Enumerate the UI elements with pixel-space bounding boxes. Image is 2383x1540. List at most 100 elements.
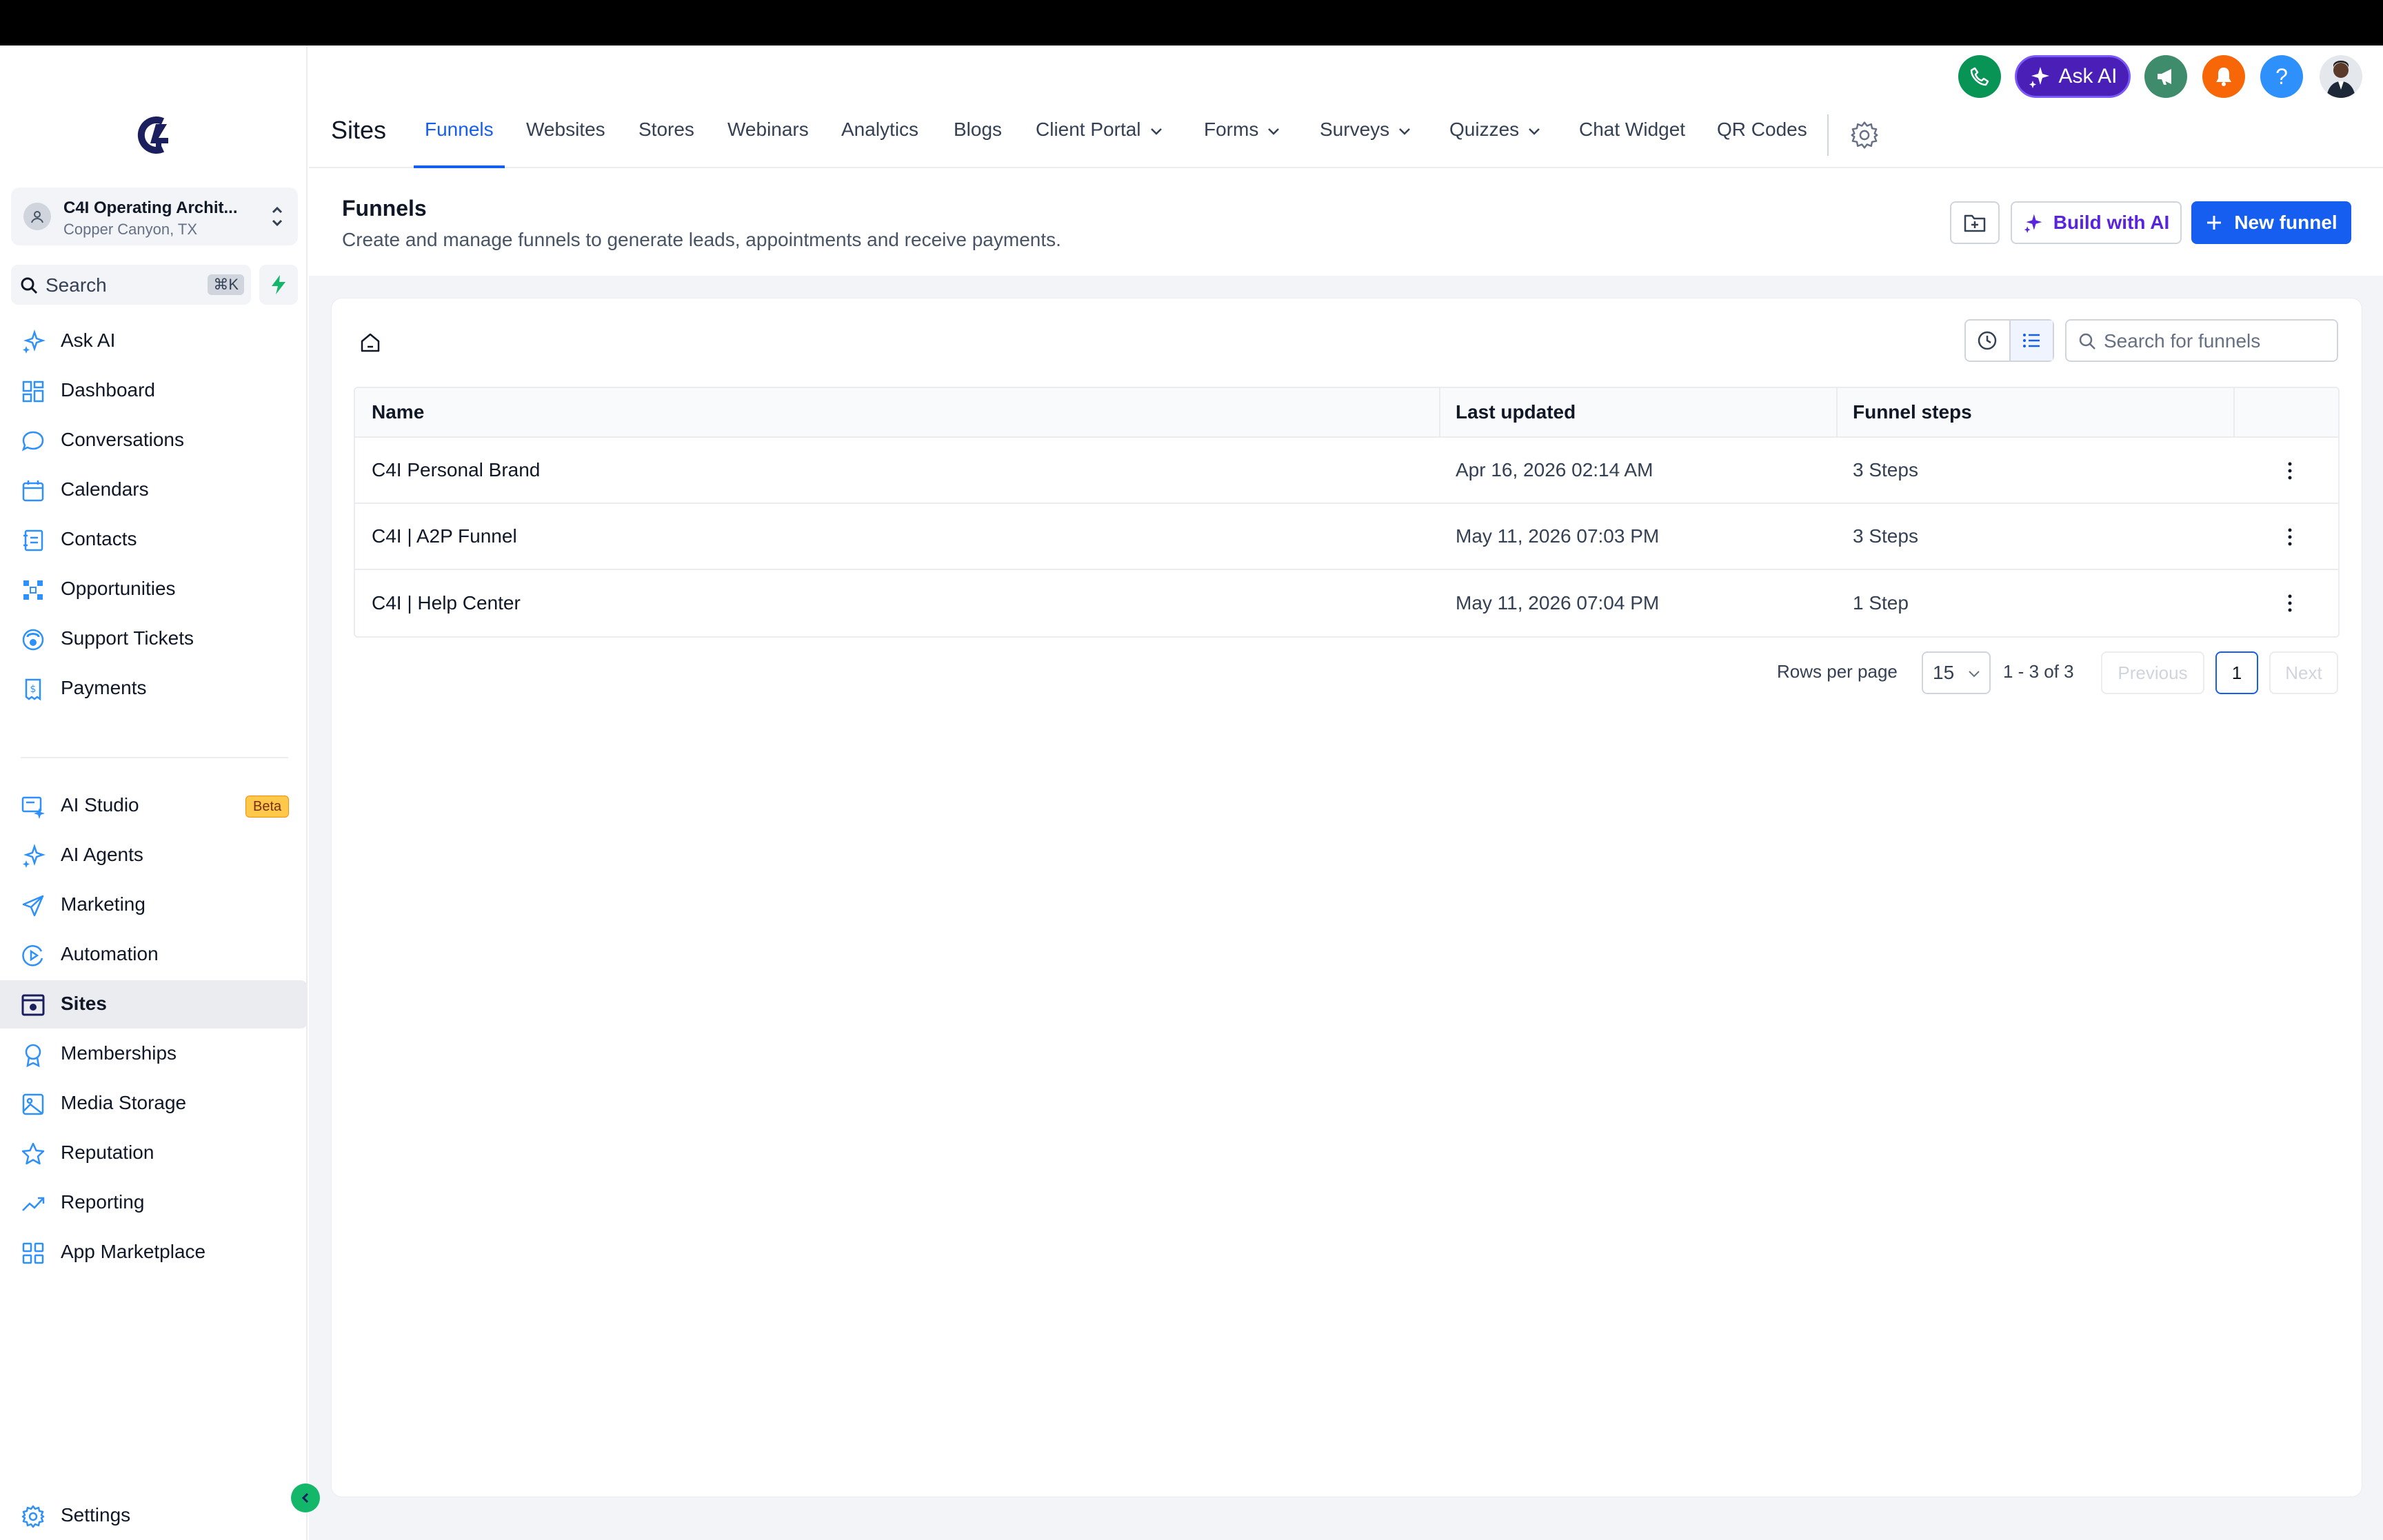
funnel-steps: 3 Steps bbox=[1853, 525, 1918, 547]
sidebar-item-settings[interactable]: Settings bbox=[0, 1492, 308, 1540]
funnels-card: Name Last updated Funnel steps C4I Perso… bbox=[331, 298, 2362, 1497]
funnel-name[interactable]: C4I | A2P Funnel bbox=[372, 504, 517, 569]
tab-surveys[interactable]: Surveys bbox=[1320, 119, 1411, 168]
sidebar: C4I Operating Archit... Copper Canyon, T… bbox=[0, 45, 308, 1540]
contacts-icon bbox=[21, 528, 46, 553]
sidebar-item-reporting[interactable]: Reporting bbox=[0, 1179, 308, 1227]
sidebar-item-label: Marketing bbox=[61, 893, 145, 915]
chevron-down-icon bbox=[1399, 128, 1411, 135]
rows-per-page-select[interactable]: 15 bbox=[1922, 651, 1991, 694]
funnels-table: Name Last updated Funnel steps C4I Perso… bbox=[354, 387, 2340, 638]
sidebar-item-automation[interactable]: Automation bbox=[0, 931, 308, 979]
funnel-name[interactable]: C4I | Help Center bbox=[372, 570, 521, 636]
account-avatar-icon bbox=[23, 203, 51, 230]
image-icon bbox=[21, 1092, 46, 1117]
column-header-name[interactable]: Name bbox=[372, 388, 424, 436]
tab-funnels[interactable]: Funnels bbox=[414, 119, 505, 168]
sidebar-item-ai-studio[interactable]: AI Studio Beta bbox=[0, 782, 308, 830]
sparkle-icon bbox=[21, 844, 46, 869]
tab-websites[interactable]: Websites bbox=[526, 119, 605, 168]
sidebar-search[interactable]: Search ⌘K bbox=[11, 265, 251, 305]
sidebar-item-label: AI Agents bbox=[61, 844, 143, 865]
list-view-button[interactable] bbox=[2009, 321, 2053, 361]
sidebar-item-opportunities[interactable]: Opportunities bbox=[0, 565, 308, 614]
table-row[interactable]: C4I | Help Center May 11, 2026 07:04 PM … bbox=[355, 570, 2338, 636]
sidebar-item-ai-agents[interactable]: AI Agents bbox=[0, 831, 308, 880]
sidebar-item-calendars[interactable]: Calendars bbox=[0, 466, 308, 514]
sites-settings-button[interactable] bbox=[1849, 120, 1880, 150]
sidebar-item-contacts[interactable]: Contacts bbox=[0, 516, 308, 564]
tab-client-portal[interactable]: Client Portal bbox=[1036, 119, 1163, 168]
bell-icon bbox=[2216, 68, 2231, 86]
tab-quizzes[interactable]: Quizzes bbox=[1449, 119, 1541, 168]
clock-icon bbox=[1978, 331, 1997, 350]
table-header: Name Last updated Funnel steps bbox=[355, 388, 2338, 438]
user-avatar[interactable] bbox=[2320, 55, 2362, 98]
help-button[interactable]: ? bbox=[2260, 55, 2303, 98]
trend-icon bbox=[21, 1191, 46, 1216]
next-page-button[interactable]: Next bbox=[2269, 651, 2338, 694]
tab-forms[interactable]: Forms bbox=[1204, 119, 1280, 168]
previous-page-button[interactable]: Previous bbox=[2101, 651, 2204, 694]
tab-chat-widget[interactable]: Chat Widget bbox=[1579, 119, 1685, 168]
tab-webinars[interactable]: Webinars bbox=[727, 119, 809, 168]
phone-button[interactable] bbox=[1958, 55, 2001, 98]
sidebar-item-dashboard[interactable]: Dashboard bbox=[0, 367, 308, 415]
sidebar-item-label: AI Studio bbox=[61, 794, 139, 815]
rows-per-page-label: Rows per page bbox=[1777, 661, 1898, 682]
sidebar-item-app-marketplace[interactable]: App Marketplace bbox=[0, 1228, 308, 1277]
table-row[interactable]: C4I | A2P Funnel May 11, 2026 07:03 PM 3… bbox=[355, 504, 2338, 570]
account-switcher[interactable]: C4I Operating Archit... Copper Canyon, T… bbox=[11, 188, 298, 245]
section-subtitle: Create and manage funnels to generate le… bbox=[342, 229, 1061, 250]
sidebar-item-label: Automation bbox=[61, 943, 159, 964]
more-options-icon[interactable] bbox=[2278, 591, 2302, 616]
tab-qr-codes[interactable]: QR Codes bbox=[1717, 119, 1807, 168]
ask-ai-button[interactable]: Ask AI bbox=[2015, 55, 2131, 98]
tab-analytics[interactable]: Analytics bbox=[841, 119, 918, 168]
sidebar-item-memberships[interactable]: Memberships bbox=[0, 1030, 308, 1078]
tab-stores[interactable]: Stores bbox=[639, 119, 694, 168]
page-number-button[interactable]: 1 bbox=[2215, 651, 2258, 694]
sidebar-item-label: Contacts bbox=[61, 528, 137, 549]
gear-icon bbox=[21, 1504, 46, 1529]
column-header-last-updated[interactable]: Last updated bbox=[1456, 388, 1576, 436]
tab-separator bbox=[1827, 114, 1829, 156]
plus-icon bbox=[2207, 216, 2222, 230]
sidebar-item-ask-ai[interactable]: Ask AI bbox=[0, 317, 308, 365]
send-icon bbox=[21, 893, 46, 918]
calendar-icon bbox=[21, 478, 46, 503]
more-options-icon[interactable] bbox=[2278, 458, 2302, 483]
top-header: Ask AI ? Sites Funnels Websites Stores W… bbox=[309, 45, 2383, 168]
announcements-button[interactable] bbox=[2144, 55, 2187, 98]
column-header-funnel-steps[interactable]: Funnel steps bbox=[1853, 388, 1972, 436]
notifications-button[interactable] bbox=[2202, 55, 2245, 98]
collapse-sidebar-button[interactable] bbox=[291, 1483, 320, 1512]
sidebar-item-payments[interactable]: $ Payments bbox=[0, 665, 308, 713]
new-funnel-button[interactable]: New funnel bbox=[2191, 201, 2351, 244]
more-options-icon[interactable] bbox=[2278, 525, 2302, 549]
ai-studio-icon bbox=[21, 794, 46, 819]
brand-logo bbox=[135, 114, 172, 156]
sidebar-item-reputation[interactable]: Reputation bbox=[0, 1129, 308, 1177]
sidebar-item-marketing[interactable]: Marketing bbox=[0, 881, 308, 929]
sidebar-item-media-storage[interactable]: Media Storage bbox=[0, 1080, 308, 1128]
sidebar-item-support-tickets[interactable]: Support Tickets bbox=[0, 615, 308, 663]
sidebar-item-sites[interactable]: Sites bbox=[0, 980, 308, 1029]
sidebar-item-label: Sites bbox=[61, 993, 107, 1014]
recent-view-button[interactable] bbox=[1966, 321, 2009, 361]
new-folder-button[interactable] bbox=[1950, 201, 2000, 244]
build-with-ai-button[interactable]: Build with AI bbox=[2011, 201, 2182, 244]
account-location: Copper Canyon, TX bbox=[63, 221, 198, 238]
quick-action-button[interactable] bbox=[259, 265, 298, 305]
sidebar-item-label: Media Storage bbox=[61, 1092, 187, 1113]
tab-blogs[interactable]: Blogs bbox=[954, 119, 1002, 168]
home-breadcrumb-icon[interactable] bbox=[358, 330, 383, 355]
funnel-name[interactable]: C4I Personal Brand bbox=[372, 438, 540, 503]
sidebar-item-label: App Marketplace bbox=[61, 1241, 206, 1262]
sidebar-item-conversations[interactable]: Conversations bbox=[0, 416, 308, 465]
chevron-down-icon bbox=[1150, 128, 1162, 135]
table-row[interactable]: C4I Personal Brand Apr 16, 2026 02:14 AM… bbox=[355, 438, 2338, 504]
sidebar-item-label: Ask AI bbox=[61, 330, 116, 351]
funnel-search-input[interactable] bbox=[2104, 327, 2324, 355]
page-title: Sites bbox=[331, 116, 387, 144]
